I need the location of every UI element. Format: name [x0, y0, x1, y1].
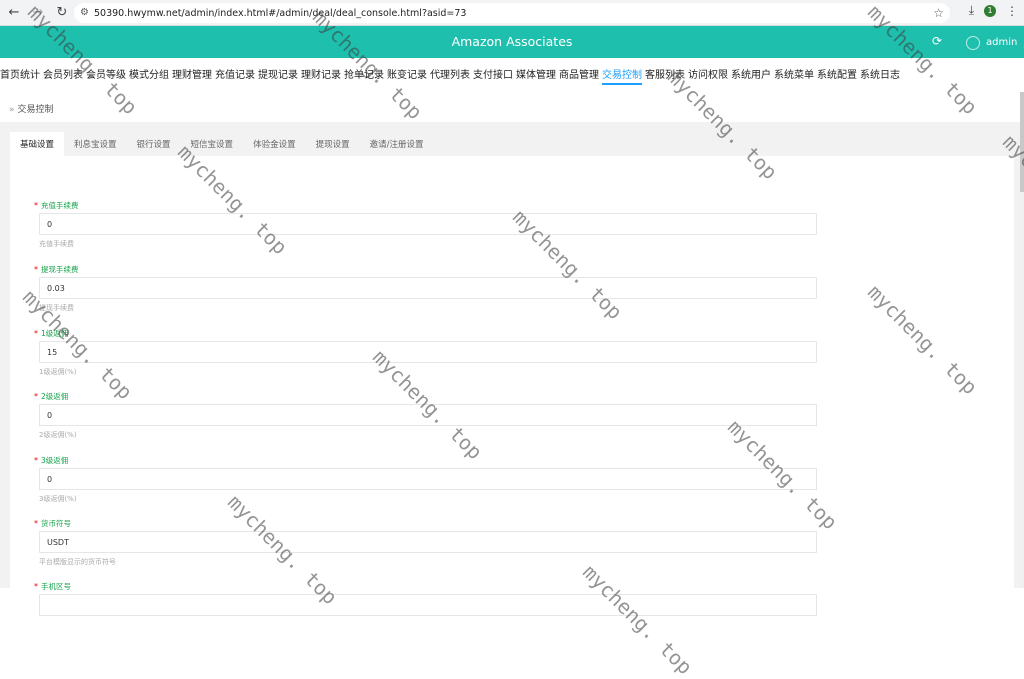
field-label: * 充值手续费: [34, 200, 834, 210]
nav-item[interactable]: 系统配置: [817, 64, 857, 85]
field-input[interactable]: USDT: [39, 531, 817, 553]
nav-item[interactable]: 系统菜单: [774, 64, 814, 85]
form-field: * 充值手续费 0 充值手续费: [34, 200, 834, 249]
tab[interactable]: 利息宝设置: [64, 132, 127, 156]
scrollbar-thumb[interactable]: [1020, 92, 1024, 192]
username: admin: [986, 37, 1018, 48]
field-input[interactable]: 0: [39, 213, 817, 235]
tab[interactable]: 提现设置: [306, 132, 360, 156]
forward-icon[interactable]: →: [28, 3, 48, 23]
nav-item[interactable]: 首页统计: [0, 64, 40, 85]
field-label-text: 手机区号: [41, 582, 71, 591]
nav-item[interactable]: 系统日志: [860, 64, 900, 85]
field-hint: 充值手续费: [39, 240, 74, 248]
field-input[interactable]: 0.03: [39, 277, 817, 299]
field-label: * 1级返佣: [34, 328, 834, 338]
app-header: Amazon Associates ⟳ admin ︿: [0, 26, 1024, 58]
settings-panel: 基础设置 利息宝设置 银行设置 短信宝设置 体验金设置 提现设置 邀请/注册设置 * 充值手续…: [10, 132, 1014, 616]
download-icon[interactable]: ⤓: [969, 3, 974, 18]
user-menu[interactable]: admin ︿: [966, 35, 1024, 50]
field-label: * 3级返佣: [34, 455, 834, 465]
address-bar[interactable]: ⚙ 50390.hwymw.net/admin/index.html#/admi…: [74, 3, 950, 23]
form-field: * 手机区号: [34, 581, 834, 616]
field-input[interactable]: 0: [39, 404, 817, 426]
field-label-text: 货币符号: [41, 519, 71, 528]
app-title: Amazon Associates: [451, 34, 573, 49]
reload-icon[interactable]: ↻: [52, 3, 72, 23]
bookmark-star-icon[interactable]: ☆: [933, 6, 944, 20]
required-asterisk-icon: *: [34, 582, 38, 591]
field-hint: 平台模版显示的货币符号: [39, 558, 116, 566]
nav-item[interactable]: 抢单记录: [344, 64, 384, 85]
nav-item[interactable]: 交易控制: [602, 64, 642, 85]
tab[interactable]: 银行设置: [127, 132, 181, 156]
field-hint: 3级返佣(%): [39, 495, 77, 503]
avatar: [966, 35, 980, 50]
field-label: * 2级返佣: [34, 391, 834, 401]
nav-item[interactable]: 商品管理: [559, 64, 599, 85]
required-asterisk-icon: *: [34, 201, 38, 210]
form-field: * 提现手续费 0.03 提现手续费: [34, 264, 834, 313]
field-input[interactable]: [39, 594, 817, 616]
field-input[interactable]: 0: [39, 468, 817, 490]
required-asterisk-icon: *: [34, 456, 38, 465]
field-input[interactable]: 15: [39, 341, 817, 363]
nav-item[interactable]: 理财记录: [301, 64, 341, 85]
nav-item[interactable]: 充值记录: [215, 64, 255, 85]
required-asterisk-icon: *: [34, 392, 38, 401]
field-label-text: 充值手续费: [41, 201, 79, 210]
tab[interactable]: 体验金设置: [243, 132, 306, 156]
nav-item[interactable]: 理财管理: [172, 64, 212, 85]
nav-item[interactable]: 会员列表: [43, 64, 83, 85]
form-field: * 1级返佣 15 1级返佣(%): [34, 328, 834, 377]
tab[interactable]: 短信宝设置: [181, 132, 244, 156]
nav-item[interactable]: 系统用户: [731, 64, 771, 85]
tab[interactable]: 邀请/注册设置: [360, 132, 434, 156]
nav-item[interactable]: 提现记录: [258, 64, 298, 85]
field-label: * 货币符号: [34, 518, 834, 528]
form-field: * 3级返佣 0 3级返佣(%): [34, 455, 834, 504]
field-hint: 提现手续费: [39, 304, 74, 312]
nav-item[interactable]: 访问权限: [688, 64, 728, 85]
nav-item[interactable]: 媒体管理: [516, 64, 556, 85]
breadcrumb-separator-icon: »: [9, 105, 15, 115]
tab[interactable]: 基础设置: [10, 132, 65, 156]
nav-item[interactable]: 代理列表: [430, 64, 470, 85]
field-label-text: 3级返佣: [41, 456, 69, 465]
nav-item[interactable]: 客服列表: [645, 64, 685, 85]
back-icon[interactable]: ←: [4, 3, 24, 23]
site-info-icon[interactable]: ⚙: [80, 7, 89, 18]
nav-item[interactable]: 模式分组: [129, 64, 169, 85]
main-nav: 首页统计 会员列表 会员等级 模式分组 理财管理 充值记录 提现记录 理财记录 抢单记录 账变记录…: [0, 64, 1024, 86]
field-hint: 2级返佣(%): [39, 431, 77, 439]
nav-item[interactable]: 账变记录: [387, 64, 427, 85]
nav-item[interactable]: 支付接口: [473, 64, 513, 85]
field-hint: 1级返佣(%): [39, 368, 77, 376]
field-label-text: 1级返佣: [41, 329, 69, 338]
field-label: * 手机区号: [34, 581, 834, 591]
breadcrumb-current: 交易控制: [17, 105, 54, 115]
profile-avatar[interactable]: 1: [984, 4, 996, 17]
refresh-icon[interactable]: ⟳: [932, 34, 942, 48]
required-asterisk-icon: *: [34, 265, 38, 274]
page-scrollbar[interactable]: [1020, 92, 1024, 588]
required-asterisk-icon: *: [34, 329, 38, 338]
nav-item[interactable]: 会员等级: [86, 64, 126, 85]
field-label: * 提现手续费: [34, 264, 834, 274]
field-label-text: 提现手续费: [41, 265, 79, 274]
form-field: * 货币符号 USDT 平台模版显示的货币符号: [34, 518, 834, 567]
field-label-text: 2级返佣: [41, 392, 69, 401]
breadcrumb: » 交易控制: [9, 102, 54, 115]
more-menu-icon[interactable]: ⋮: [1006, 4, 1018, 18]
required-asterisk-icon: *: [34, 519, 38, 528]
url-text: 50390.hwymw.net/admin/index.html#/admin/…: [94, 7, 467, 19]
browser-toolbar: ← → ↻ ⚙ 50390.hwymw.net/admin/index.html…: [0, 0, 1024, 26]
settings-tabs: 基础设置 利息宝设置 银行设置 短信宝设置 体验金设置 提现设置 邀请/注册设置: [10, 132, 1014, 156]
form-field: * 2级返佣 0 2级返佣(%): [34, 391, 834, 440]
